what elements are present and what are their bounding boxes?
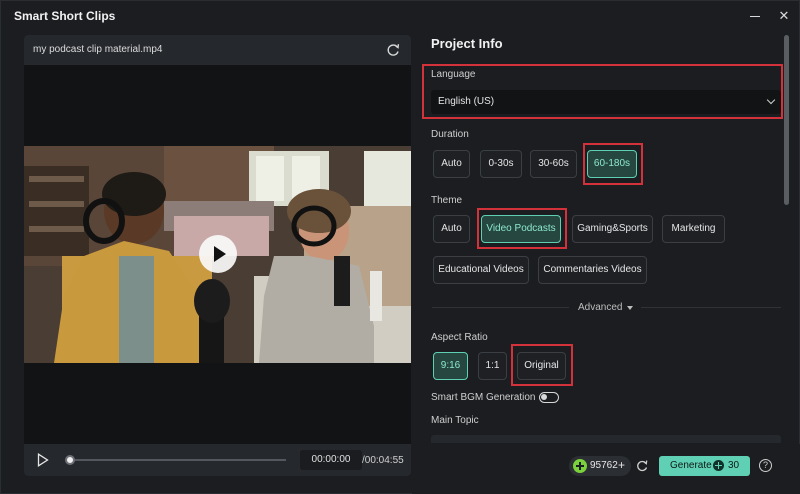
help-icon[interactable]: ? [759, 459, 772, 472]
theme-highlight [477, 208, 567, 249]
caret-down-icon [627, 306, 633, 310]
project-info-title: Project Info [431, 36, 503, 51]
video-preview-panel: my podcast clip material.mp4 00:00:00 /0… [24, 35, 411, 476]
bgm-toggle[interactable] [539, 392, 559, 403]
play-icon[interactable] [37, 453, 49, 467]
duration-0-30s[interactable]: 0-30s [480, 150, 522, 178]
duration-auto[interactable]: Auto [433, 150, 470, 178]
main-topic-input[interactable] [431, 435, 781, 443]
chevron-down-icon [766, 95, 776, 105]
language-label: Language [431, 69, 476, 80]
play-overlay-button[interactable] [199, 235, 237, 273]
aspect-1-1[interactable]: 1:1 [478, 352, 507, 380]
credits-value: 95762 [590, 460, 618, 471]
theme-auto[interactable]: Auto [433, 215, 470, 243]
file-name: my podcast clip material.mp4 [33, 44, 163, 55]
refresh-icon[interactable] [385, 42, 401, 58]
panel-scrollbar[interactable] [784, 35, 789, 205]
preview-header: my podcast clip material.mp4 [24, 35, 411, 65]
close-button[interactable]: ✕ [775, 7, 793, 25]
credit-coin-icon [713, 460, 724, 471]
theme-commentaries-videos[interactable]: Commentaries Videos [538, 256, 647, 284]
theme-educational-videos[interactable]: Educational Videos [433, 256, 529, 284]
theme-marketing[interactable]: Marketing [662, 215, 725, 243]
aspect-highlight [511, 344, 573, 386]
generate-cost: 30 [728, 460, 740, 471]
current-time: 00:00:00 [300, 450, 362, 470]
advanced-toggle[interactable]: Advanced [578, 302, 622, 313]
divider-left [432, 307, 569, 308]
duration-30-60s[interactable]: 30-60s [530, 150, 577, 178]
aspect-9-16[interactable]: 9:16 [433, 352, 468, 380]
playback-controls: 00:00:00 /00:04:55 [24, 444, 411, 476]
aspect-ratio-label: Aspect Ratio [431, 332, 488, 343]
language-value: English (US) [438, 96, 495, 107]
smart-short-clips-window: Smart Short Clips ✕ my podcast clip mate… [0, 0, 800, 494]
minimize-button[interactable] [746, 7, 764, 25]
title-bar: Smart Short Clips ✕ [1, 1, 800, 31]
scrubber-handle[interactable] [65, 455, 75, 465]
duration-highlight [583, 143, 643, 185]
window-title: Smart Short Clips [14, 9, 116, 23]
video-frame[interactable] [24, 146, 411, 363]
theme-gaming-sports[interactable]: Gaming&Sports [572, 215, 653, 243]
theme-label: Theme [431, 195, 463, 206]
credit-coin-icon [573, 459, 587, 473]
divider-right [641, 307, 781, 308]
add-credits-icon[interactable]: + [618, 458, 625, 472]
language-select[interactable]: English (US) [431, 90, 781, 114]
duration-label: Duration [431, 129, 469, 140]
reload-icon[interactable] [635, 459, 649, 473]
bgm-label: Smart BGM Generation [431, 392, 536, 403]
main-topic-label: Main Topic [431, 415, 479, 426]
total-time: /00:04:55 [362, 455, 404, 466]
credits-badge[interactable]: 95762 + [569, 456, 631, 476]
generate-button[interactable]: Generate 30 [659, 456, 750, 476]
timeline-scrubber[interactable] [68, 459, 286, 461]
generate-label: Generate [670, 460, 712, 471]
